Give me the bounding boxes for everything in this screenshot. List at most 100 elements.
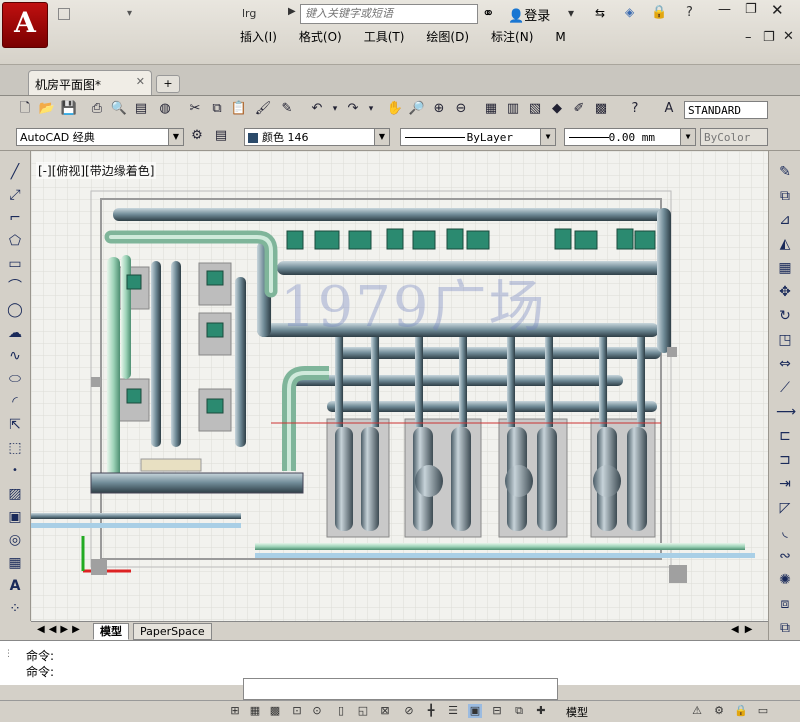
new-file-icon[interactable]: 🗋 (16, 100, 34, 118)
polar-icon[interactable]: ◱ (356, 704, 370, 718)
print-icon[interactable]: ⎙ (88, 100, 106, 118)
tab-model[interactable]: 模型 (93, 623, 129, 640)
zoom-previous-icon[interactable]: ⊖ (452, 100, 470, 118)
tab-nav-arrows-icon[interactable]: ◀◀▶▶ (37, 624, 84, 635)
quick-access-icon[interactable] (58, 8, 70, 20)
command-window-grip-icon[interactable]: ⋮ (4, 649, 13, 659)
mirror-icon[interactable]: ⊿ (776, 211, 794, 229)
search-expand-icon[interactable]: ▶ (288, 6, 296, 17)
print-preview-icon[interactable]: 🔍 (110, 100, 128, 118)
point-icon[interactable]: • (6, 462, 24, 480)
hatch-icon[interactable]: ▨ (6, 485, 24, 503)
polyline-icon[interactable]: ⌐ (6, 209, 24, 227)
open-file-icon[interactable]: 📂 (38, 100, 56, 118)
properties-icon[interactable]: ▦ (482, 100, 500, 118)
pan-icon[interactable]: ✋ (386, 100, 404, 118)
scale-icon[interactable]: ◳ (776, 331, 794, 349)
chevron-down-icon[interactable]: ▾ (127, 8, 132, 19)
lock-icon[interactable]: 🔒 (651, 5, 667, 20)
extend-icon[interactable]: ⟶ (776, 403, 796, 421)
autocad-logo-button[interactable]: A (2, 2, 48, 48)
region-icon[interactable]: ◎ (6, 531, 24, 549)
multiline-text-icon[interactable]: A (6, 577, 24, 595)
snap-icon[interactable]: ▩ (268, 704, 282, 718)
binoculars-icon[interactable]: ⚭ (482, 4, 495, 22)
osnap-icon[interactable]: ⊠ (378, 704, 392, 718)
linetype-select[interactable]: ByLayer ▼ (400, 128, 556, 146)
close-icon[interactable]: ✕ (771, 1, 784, 19)
make-block-icon[interactable]: ⬚ (6, 439, 24, 457)
exchange-icon[interactable]: ⇆ (595, 6, 605, 20)
3d-dwf-icon[interactable]: ◍ (156, 100, 174, 118)
minimize-icon[interactable]: — (718, 2, 731, 17)
construction-line-icon[interactable]: ⤢ (6, 186, 24, 204)
draw-order-icon[interactable]: ⧈ (776, 595, 794, 613)
file-tab-active[interactable]: 机房平面图* ✕ (28, 70, 152, 95)
transparency-icon[interactable]: ▣ (468, 704, 482, 718)
block-editor-icon[interactable]: ✎ (278, 100, 296, 118)
tab-paperspace[interactable]: PaperSpace (133, 623, 212, 640)
text-style-select[interactable]: STANDARD (684, 101, 768, 119)
publish-icon[interactable]: ▤ (132, 100, 150, 118)
help-icon[interactable]: ? (686, 5, 693, 20)
copy-icon[interactable]: ⧉ (208, 100, 226, 118)
quickcalc-icon[interactable]: ▩ (592, 100, 610, 118)
array-icon[interactable]: ▦ (776, 259, 794, 277)
lock-ui-icon[interactable]: 🔒 (734, 704, 748, 718)
polygon-icon[interactable]: ⬠ (6, 232, 24, 250)
drawing-canvas[interactable] (31, 151, 768, 621)
trim-icon[interactable]: ⟋ (776, 379, 794, 397)
tool-palettes-icon[interactable]: ▧ (526, 100, 544, 118)
clean-screen-icon[interactable]: ▭ (756, 704, 770, 718)
menu-insert[interactable]: 插入(I) (240, 28, 277, 45)
selection-cycling-icon[interactable]: ⧉ (512, 704, 526, 718)
model-status-label[interactable]: 模型 (566, 704, 588, 720)
lineweight-icon[interactable]: ☰ (446, 704, 460, 718)
menu-draw[interactable]: 绘图(D) (426, 28, 469, 45)
gradient-icon[interactable]: ▣ (6, 508, 24, 526)
ellipse-icon[interactable]: ⬭ (6, 370, 24, 388)
otrack-icon[interactable]: ⊘ (402, 704, 416, 718)
arc-icon[interactable]: ⌒ (6, 278, 24, 296)
copy-object-icon[interactable]: ⧉ (776, 187, 794, 205)
help-circle-icon[interactable]: ◈ (625, 5, 634, 19)
allow-ucs-icon[interactable]: ╋ (424, 704, 438, 718)
spline-icon[interactable]: ∿ (6, 347, 24, 365)
close-tab-icon[interactable]: ✕ (136, 75, 145, 88)
chevron-down-icon[interactable]: ▾ (362, 100, 380, 118)
design-center-icon[interactable]: ▥ (504, 100, 522, 118)
line-icon[interactable]: ╱ (6, 163, 24, 181)
new-tab-button[interactable]: + (156, 75, 180, 93)
match-properties-icon[interactable]: 🖌 (254, 100, 272, 118)
redo-icon[interactable]: ↷ (344, 100, 362, 118)
restore-icon[interactable]: ❐ (745, 2, 757, 17)
command-input[interactable] (243, 678, 558, 700)
menu-format[interactable]: 格式(O) (299, 28, 342, 45)
workspace-settings-gear-icon[interactable]: ⚙ (188, 127, 206, 145)
break-at-point-icon[interactable]: ⊏ (776, 427, 794, 445)
menu-tools[interactable]: 工具(T) (364, 28, 405, 45)
ortho-icon[interactable]: ▯ (334, 704, 348, 718)
rectangle-icon[interactable]: ▭ (6, 255, 24, 273)
chevron-down-icon[interactable]: ▾ (568, 6, 574, 20)
zoom-window-icon[interactable]: ⊕ (430, 100, 448, 118)
search-box[interactable] (300, 4, 478, 24)
quick-properties-icon[interactable]: ⊟ (490, 704, 504, 718)
move-icon[interactable]: ✥ (776, 283, 794, 301)
dynamic-input-icon[interactable]: ⊙ (310, 704, 324, 718)
lineweight-select[interactable]: 0.00 mm ▼ (564, 128, 696, 146)
paste-icon[interactable]: 📋 (230, 100, 248, 118)
save-icon[interactable]: 💾 (60, 100, 78, 118)
doc-close-icon[interactable]: ✕ (783, 29, 794, 44)
explode-icon[interactable]: ✺ (776, 571, 794, 589)
offset-icon[interactable]: ◭ (776, 235, 794, 253)
login-button[interactable]: 👤登录 (508, 5, 550, 24)
workspace-select[interactable]: AutoCAD 经典 ▼ (16, 128, 184, 146)
undo-icon[interactable]: ↶ (308, 100, 326, 118)
insert-block-icon[interactable]: ⇱ (6, 416, 24, 434)
search-input[interactable] (301, 5, 477, 23)
text-style-icon[interactable]: A (660, 100, 678, 118)
fillet-icon[interactable]: ◟ (776, 523, 794, 541)
menu-dimension[interactable]: 标注(N) (491, 28, 533, 45)
horizontal-scrollbar[interactable]: ◀▶ (731, 624, 758, 635)
